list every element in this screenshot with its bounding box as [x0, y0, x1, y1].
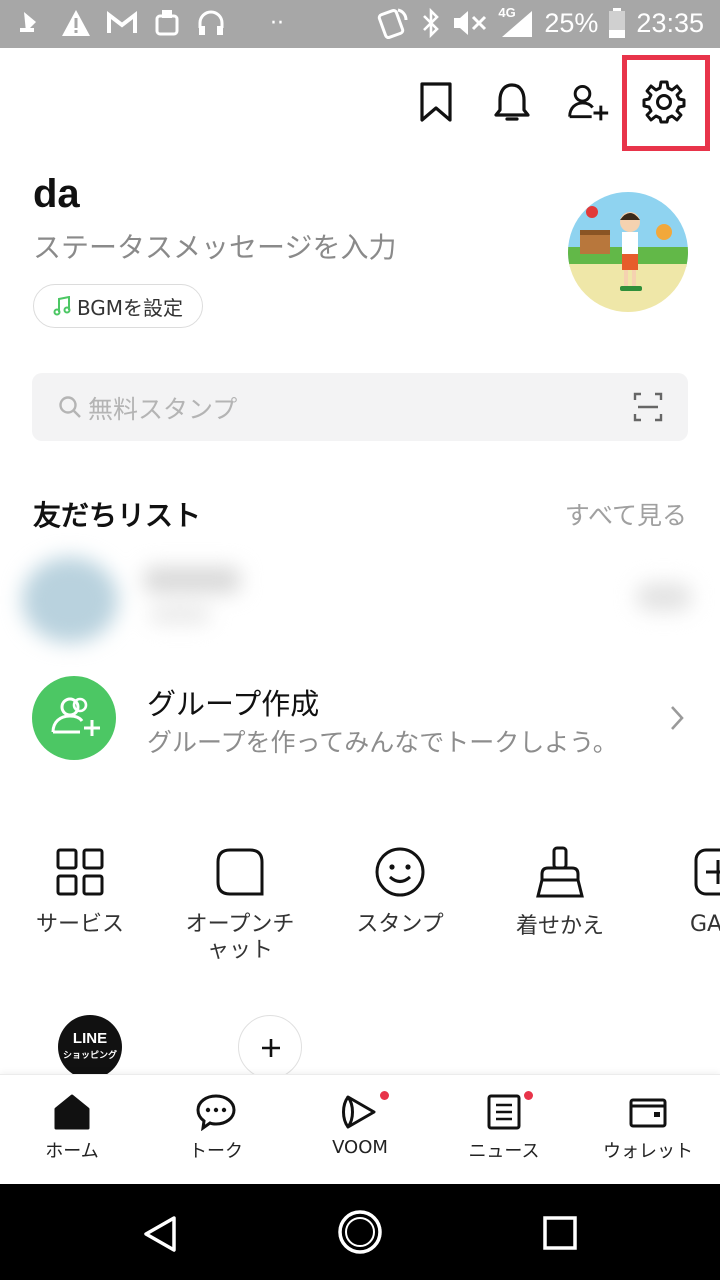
plus-square-icon [694, 848, 720, 896]
nav-home[interactable]: ホーム [0, 1093, 144, 1163]
nav-label: ニュース [468, 1141, 540, 1162]
music-note-icon [53, 296, 71, 316]
qr-scan-icon[interactable] [632, 391, 664, 423]
nav-wallet[interactable]: ウォレット [576, 1093, 720, 1163]
service-item-open-chat[interactable]: オープンチャット [175, 846, 305, 964]
service-label: 着せかえ [515, 914, 604, 939]
create-group-title: グループ作成 [147, 687, 320, 721]
home-circle-icon[interactable] [337, 1209, 383, 1255]
service-label: サービス [35, 912, 124, 937]
back-icon[interactable] [140, 1214, 180, 1254]
nav-voom[interactable]: VOOM [288, 1093, 432, 1158]
notification-icons: ·· [18, 8, 284, 38]
bell-icon[interactable] [490, 80, 534, 124]
gmail-icon [107, 10, 137, 33]
see-all-link[interactable]: すべて見る [565, 496, 687, 532]
headset-icon [198, 10, 224, 35]
service-label: オープンチャット [185, 912, 295, 963]
nav-label: ホーム [45, 1141, 99, 1162]
plus-icon [262, 1039, 280, 1057]
nav-label: ウォレット [603, 1141, 693, 1162]
create-group-description: グループを作ってみんなでトークしよう。 [147, 728, 618, 757]
news-icon [487, 1094, 521, 1130]
bgm-label: BGMを設定 [76, 295, 184, 320]
battery-icon [609, 8, 626, 38]
system-status: 4G 25% 23:35 [376, 5, 704, 40]
avatar[interactable] [568, 192, 688, 312]
line-shopping-logo-sub: ショッピング [62, 1051, 117, 1061]
warning-icon [62, 10, 90, 36]
chat-icon [196, 1094, 236, 1131]
chevron-right-icon [671, 706, 684, 730]
friends-list-title: 友だちリスト [33, 499, 202, 532]
recent-apps-icon[interactable] [542, 1215, 578, 1251]
friend-list-item-blurred[interactable] [0, 545, 720, 655]
add-friend-icon[interactable] [566, 80, 610, 124]
service-item-themes[interactable]: 着せかえ [495, 846, 625, 940]
bgm-button[interactable]: BGMを設定 [33, 284, 203, 328]
clock: 23:35 [636, 7, 704, 38]
status-message-placeholder[interactable]: ステータスメッセージを入力 [33, 226, 396, 266]
service-item-stickers[interactable]: スタンプ [335, 846, 465, 938]
android-navigation-bar [0, 1184, 720, 1280]
nfc-icon [378, 8, 408, 40]
search-placeholder: 無料スタンプ [88, 395, 238, 424]
mute-icon [454, 11, 487, 35]
bluetooth-icon [423, 7, 440, 39]
bookmark-icon[interactable] [414, 80, 458, 124]
service-label: GA [690, 912, 720, 937]
smile-icon [375, 847, 425, 897]
search-icon [59, 396, 81, 418]
profile-name[interactable]: da [33, 172, 80, 217]
battery-percent: 25% [544, 7, 599, 38]
app-notification-icon [155, 10, 179, 36]
service-label: スタンプ [356, 912, 444, 937]
nav-talk[interactable]: トーク [144, 1093, 288, 1163]
service-item-games[interactable]: GA [655, 846, 720, 938]
news-badge-dot [524, 1091, 533, 1100]
create-group-icon [32, 676, 116, 760]
bottom-navigation: ホーム トーク VOOM ニュース ウォレット [0, 1074, 720, 1185]
grid-icon [56, 848, 104, 896]
voom-icon [342, 1095, 376, 1129]
wallet-icon [629, 1098, 667, 1128]
status-bar: ·· 4G 25% 23:35 [0, 0, 720, 48]
signal-icon [502, 11, 533, 37]
line-shopping-shortcut[interactable]: LINE ショッピング [58, 1015, 122, 1079]
more-dots: ·· [270, 10, 284, 36]
brush-icon [536, 846, 584, 898]
search-bar[interactable]: 無料スタンプ [32, 373, 688, 441]
settings-highlight-frame [622, 55, 710, 151]
service-item-services[interactable]: サービス [15, 846, 145, 938]
home-icon [54, 1094, 90, 1130]
nav-label: トーク [189, 1141, 243, 1162]
open-chat-icon [216, 848, 264, 896]
nav-news[interactable]: ニュース [432, 1093, 576, 1163]
nav-label: VOOM [332, 1137, 388, 1158]
group-add-icon [51, 697, 100, 736]
download-icon [20, 12, 36, 32]
line-shopping-logo-line: LINE [72, 1030, 108, 1047]
voom-badge-dot [380, 1091, 389, 1100]
add-shortcut-button[interactable] [238, 1015, 302, 1079]
